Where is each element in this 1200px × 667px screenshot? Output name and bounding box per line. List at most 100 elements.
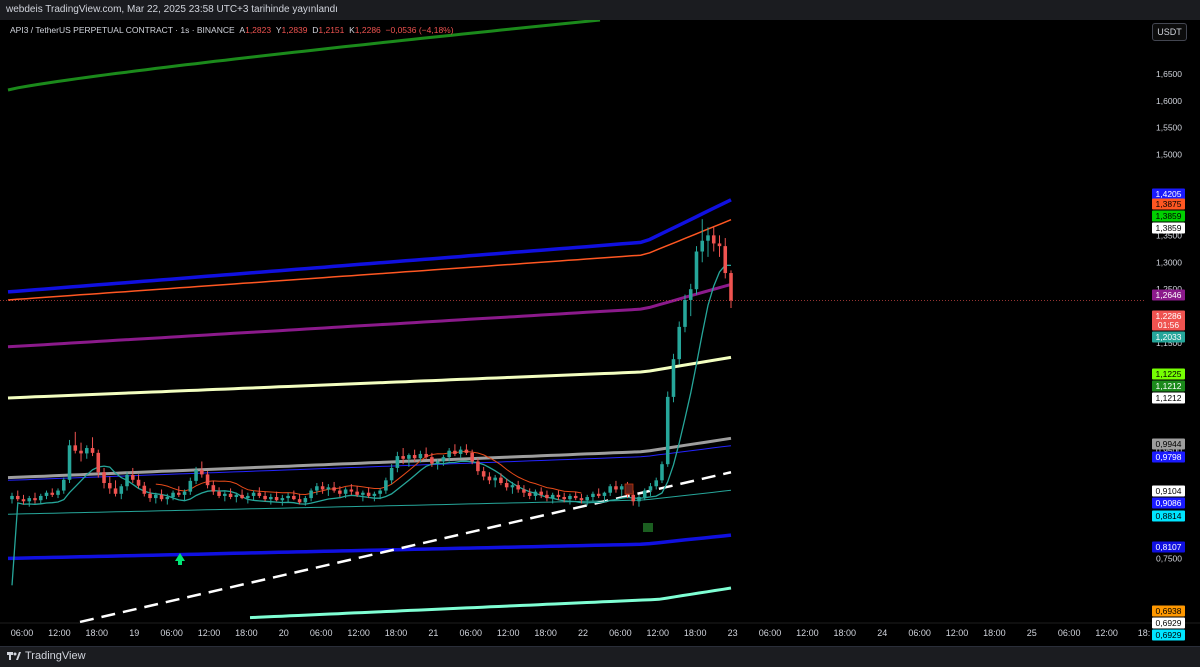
- candle-body: [10, 495, 14, 500]
- candle-body: [159, 494, 164, 500]
- candle-body: [522, 489, 526, 493]
- currency-button[interactable]: USDT: [1152, 23, 1187, 41]
- candle-body: [493, 477, 497, 481]
- candle-body: [240, 494, 244, 499]
- candle-body: [269, 497, 273, 500]
- price-tag-label: 1,3875: [1156, 199, 1182, 209]
- candle-body: [142, 485, 147, 494]
- candle-body: [596, 493, 601, 496]
- candle-body: [579, 498, 584, 501]
- x-tick-label: 24: [877, 628, 887, 638]
- candle-body: [631, 494, 635, 502]
- candle-body: [332, 487, 336, 491]
- x-tick-label: 21: [428, 628, 438, 638]
- candle-body: [338, 490, 342, 494]
- candle-body: [401, 456, 405, 459]
- x-tick-label: 19: [129, 628, 139, 638]
- brand-name: TradingView: [25, 650, 86, 662]
- tradingview-logo[interactable]: TradingView: [7, 650, 86, 662]
- price-tag-label: 1,1212: [1156, 381, 1182, 391]
- candle-body: [73, 445, 78, 451]
- candle-body: [79, 450, 83, 454]
- candle-body: [453, 450, 457, 454]
- x-tick-label: 12:00: [198, 628, 221, 638]
- candle-body: [246, 495, 250, 499]
- aqua-lower-band: [249, 586, 732, 620]
- symbol-name: API3 / TetherUS PERPETUAL CONTRACT · 1s …: [10, 25, 235, 35]
- yellow-band-line: [7, 355, 732, 400]
- x-tick-label: 12:00: [647, 628, 670, 638]
- purple-ma-line: [7, 282, 732, 349]
- candle-body: [303, 498, 308, 503]
- candle-body: [286, 495, 290, 499]
- x-tick-label: 20: [279, 628, 289, 638]
- teal-fast-ma: [11, 264, 732, 586]
- price-tag-label: 01:56: [1158, 320, 1180, 330]
- close-value: 1,2286: [354, 25, 381, 35]
- candle-body: [309, 490, 313, 499]
- candle-body: [688, 289, 693, 300]
- price-tag-label: 0,8107: [1156, 542, 1182, 552]
- candle-body: [194, 470, 198, 481]
- publish-header: webdeis TradingView.com, Mar 22, 2025 23…: [0, 0, 1200, 20]
- candle-body: [38, 495, 43, 501]
- green-signal-box: [643, 523, 653, 532]
- price-tag-label: 0,8814: [1156, 511, 1182, 521]
- candle-body: [56, 490, 60, 495]
- candle-body: [372, 493, 377, 496]
- candle-body: [619, 486, 624, 490]
- candle-body: [654, 480, 659, 487]
- candle-body: [182, 491, 187, 495]
- candle-body: [67, 445, 72, 480]
- candle-body: [320, 486, 325, 490]
- candle-body: [706, 235, 710, 241]
- x-tick-label: 18:00: [684, 628, 707, 638]
- publish-note: webdeis TradingView.com, Mar 22, 2025 23…: [6, 4, 338, 15]
- candle-body: [343, 489, 348, 494]
- candle-body: [154, 494, 158, 499]
- candle-body: [177, 492, 181, 495]
- price-chart[interactable]: 1,65001,60001,55001,50001,35001,30001,25…: [0, 20, 1200, 646]
- candle-body: [171, 492, 175, 498]
- orange-ma-line: [7, 219, 732, 301]
- candle-body: [257, 492, 262, 496]
- candle-body: [355, 491, 359, 495]
- candle-body: [251, 492, 256, 496]
- candle-body: [510, 485, 515, 488]
- candle-body: [44, 492, 49, 496]
- candle-body: [504, 483, 509, 488]
- x-tick-label: 06:00: [1058, 628, 1081, 638]
- candle-body: [119, 486, 124, 494]
- candle-body: [113, 488, 118, 494]
- candle-body: [717, 243, 722, 247]
- candle-body: [205, 474, 210, 486]
- candle-body: [292, 495, 296, 500]
- candle-body: [723, 246, 728, 274]
- high-value: 1,2839: [281, 25, 308, 35]
- chart-area[interactable]: 1,6500 1,6000 1,5500 1,5000 1,3500 1,3000 1,25…: [0, 20, 1200, 646]
- candle-body: [591, 493, 595, 498]
- candle-body: [228, 493, 233, 498]
- red-signal-box: [624, 483, 634, 495]
- x-tick-label: 18:: [1138, 628, 1151, 638]
- candle-body: [545, 494, 549, 499]
- candle-body: [96, 452, 101, 473]
- candle-body: [15, 495, 20, 500]
- candle-body: [642, 490, 647, 498]
- candle-body: [614, 486, 618, 490]
- x-tick-label: 06:00: [460, 628, 483, 638]
- candle-body: [665, 396, 670, 465]
- candle-body: [200, 470, 204, 475]
- price-tag-label: 0,6929: [1156, 618, 1182, 628]
- candle-body: [165, 497, 170, 500]
- candle-body: [729, 273, 733, 301]
- candle-body: [418, 453, 423, 459]
- candle-body: [683, 299, 687, 327]
- candle-body: [263, 495, 267, 500]
- x-tick-label: 18:00: [86, 628, 109, 638]
- candle-body: [234, 494, 239, 498]
- y-tick-label: 1,3000: [1156, 257, 1182, 267]
- low-value: 1,2151: [318, 25, 345, 35]
- candle-body: [499, 477, 503, 484]
- candle-body: [211, 485, 216, 492]
